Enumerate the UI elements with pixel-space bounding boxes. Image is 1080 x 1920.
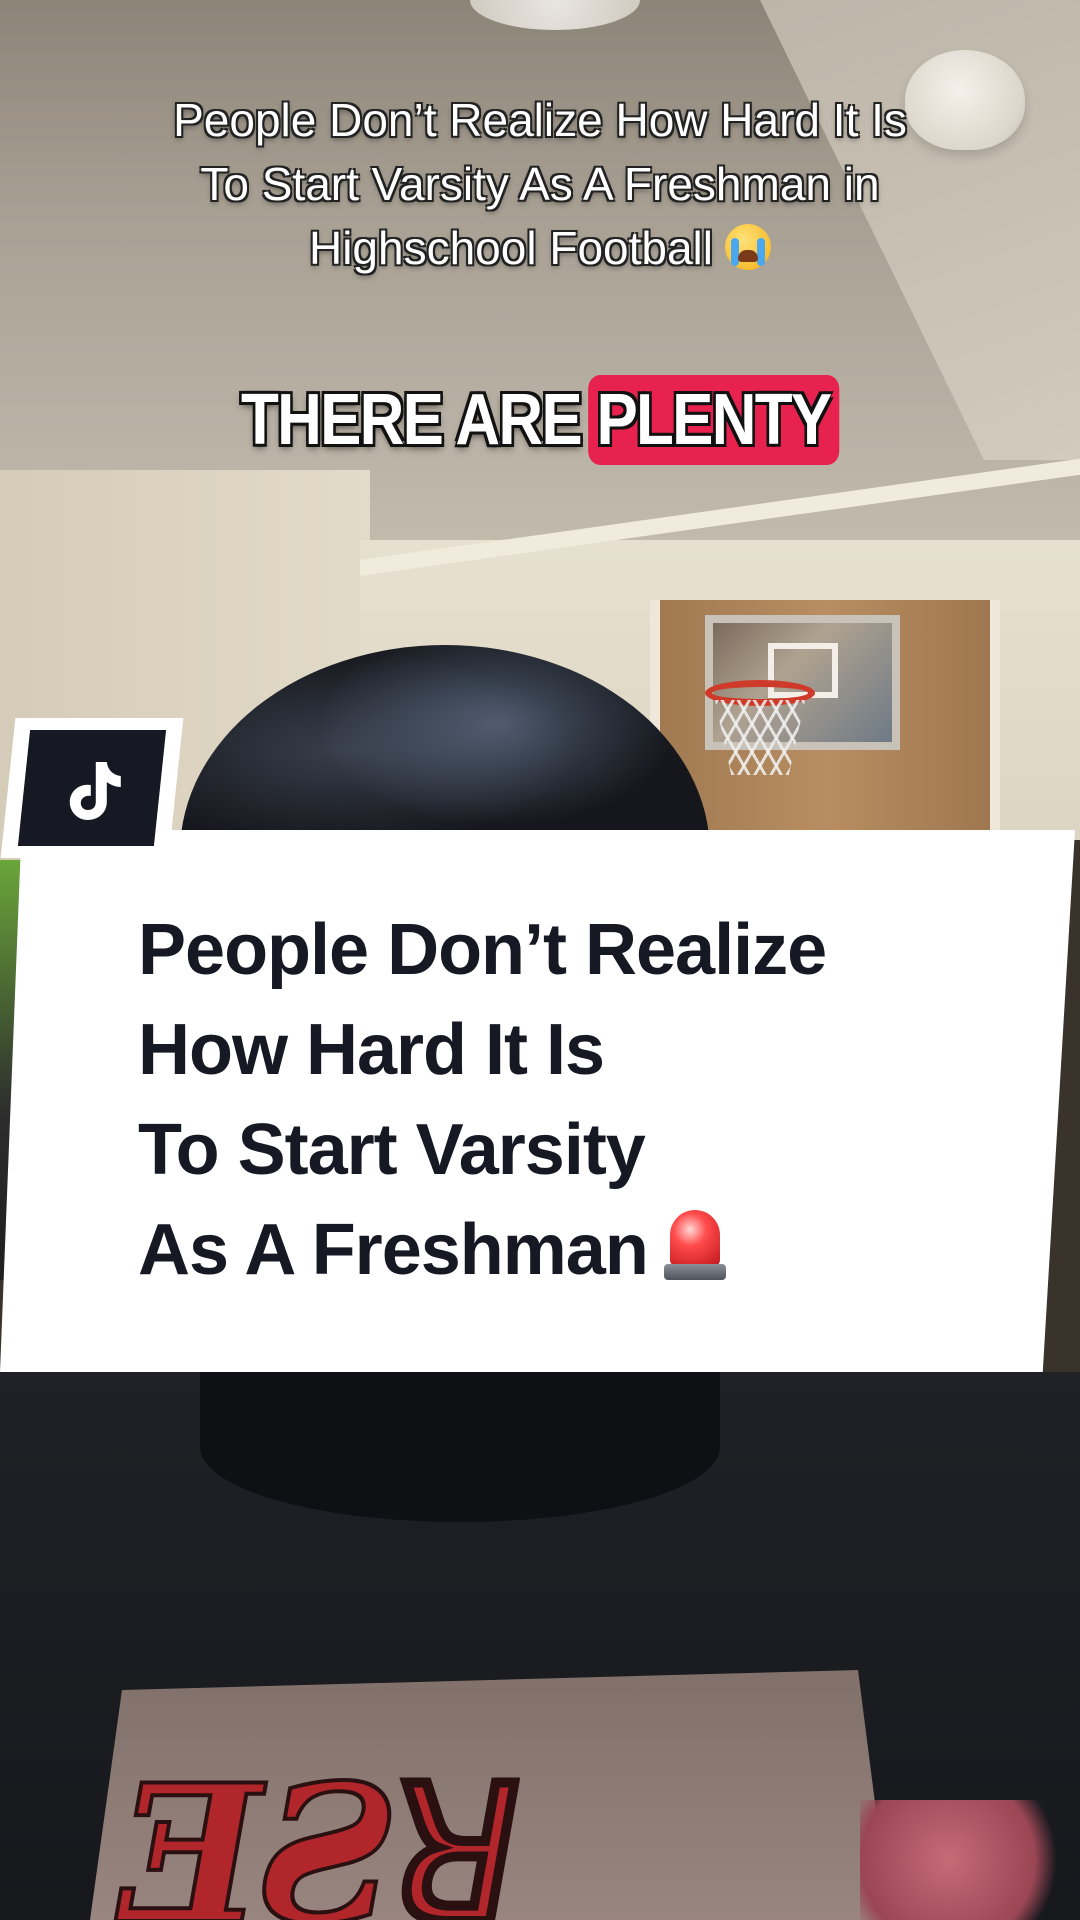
shirt-graphic-letters: ƎƧꓤ (97, 1741, 536, 1920)
headline-line: To Start Varsity (138, 1110, 646, 1190)
headline-line-text: As A Freshman (138, 1210, 649, 1290)
emoji-mouth (738, 250, 758, 262)
caption-line: To Start Varsity As A Freshman in (200, 158, 880, 210)
police-siren-icon (663, 1206, 726, 1282)
emoji-tear (757, 238, 765, 266)
subtitle-text: THERE ARE (240, 380, 583, 460)
headline-line: As A Freshman (138, 1200, 1038, 1300)
shirt-collar (200, 1372, 720, 1522)
spoken-subtitle: THERE ARE PLENTY (76, 375, 1005, 465)
loudly-crying-face-icon (725, 224, 771, 270)
siren-dome (669, 1210, 720, 1266)
tiktok-badge (0, 718, 184, 858)
tiktok-badge-inner (17, 730, 167, 846)
headline-card-text: People Don’t Realize How Hard It Is To S… (138, 900, 1038, 1300)
shirt-graphic-pink (860, 1800, 1080, 1920)
video-caption-top: People Don’t Realize How Hard It Is To S… (40, 88, 1040, 280)
caption-line: People Don’t Realize How Hard It Is (173, 94, 907, 146)
caption-line: Highschool Football (40, 216, 1040, 280)
tiktok-logo-icon (69, 762, 121, 820)
subtitle-highlight-word: PLENTY (587, 375, 840, 465)
siren-base (663, 1264, 726, 1280)
headline-line: People Don’t Realize (138, 910, 827, 990)
caption-text: Highschool Football (308, 222, 713, 274)
emoji-tear (731, 238, 739, 266)
headline-line: How Hard It Is (138, 1010, 605, 1090)
